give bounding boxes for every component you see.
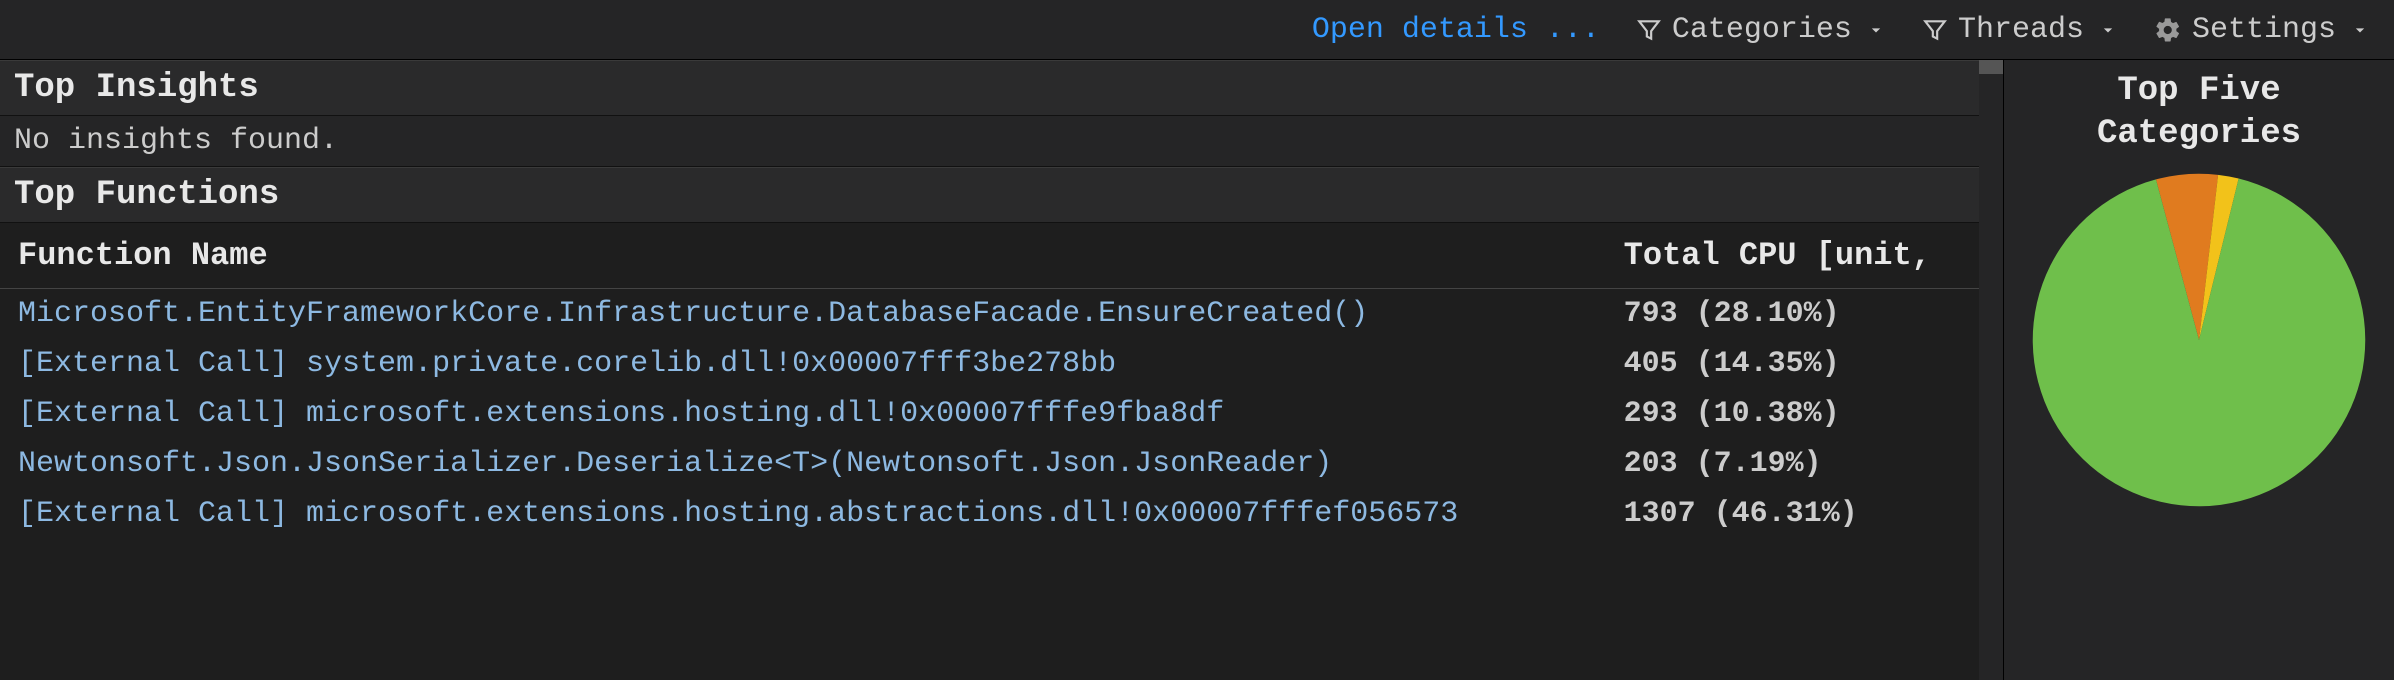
left-panel: Top Insights No insights found. Top Func…: [0, 60, 2004, 680]
function-link[interactable]: [External Call] microsoft.extensions.hos…: [18, 397, 1224, 431]
profiler-summary-root: Open details ... Categories Threads Sett…: [0, 0, 2394, 680]
function-name-cell: [External Call] system.private.corelib.d…: [0, 339, 1606, 389]
function-link[interactable]: Microsoft.EntityFrameworkCore.Infrastruc…: [18, 297, 1368, 331]
filter-icon: [1636, 17, 1662, 43]
open-details-link[interactable]: Open details ...: [1312, 13, 1600, 47]
function-link[interactable]: [External Call] microsoft.extensions.hos…: [18, 497, 1458, 531]
top-insights-header: Top Insights: [0, 60, 2003, 116]
main-split: Top Insights No insights found. Top Func…: [0, 60, 2394, 680]
threads-dropdown[interactable]: Threads: [1922, 13, 2118, 47]
table-row[interactable]: [External Call] system.private.corelib.d…: [0, 339, 1979, 389]
top-insights-body: No insights found.: [0, 116, 2003, 167]
cpu-cell: 293 (10.38%): [1606, 389, 1979, 439]
function-name-cell: [External Call] microsoft.extensions.hos…: [0, 489, 1606, 539]
cpu-cell: 793 (28.10%): [1606, 289, 1979, 340]
function-link[interactable]: [External Call] system.private.corelib.d…: [18, 347, 1116, 381]
chevron-down-icon: [1866, 20, 1886, 40]
settings-dropdown[interactable]: Settings: [2154, 13, 2370, 47]
cpu-cell: 1307 (46.31%): [1606, 489, 1979, 539]
pie-title-line2: Categories: [2097, 115, 2301, 153]
filter-icon: [1922, 17, 1948, 43]
function-name-cell: Microsoft.EntityFrameworkCore.Infrastruc…: [0, 289, 1606, 340]
pie-title: Top Five Categories: [2097, 70, 2301, 155]
cpu-cell: 405 (14.35%): [1606, 339, 1979, 389]
gear-icon: [2154, 16, 2182, 44]
col-total-cpu[interactable]: Total CPU [unit,: [1606, 223, 1979, 289]
cpu-cell: 203 (7.19%): [1606, 439, 1979, 489]
col-function-name[interactable]: Function Name: [0, 223, 1606, 289]
chevron-down-icon: [2350, 20, 2370, 40]
toolbar: Open details ... Categories Threads Sett…: [0, 0, 2394, 60]
functions-table: Function Name Total CPU [unit, Microsoft…: [0, 223, 1979, 539]
categories-label: Categories: [1672, 13, 1852, 47]
pie-title-line1: Top Five: [2117, 72, 2280, 110]
table-header-row: Function Name Total CPU [unit,: [0, 223, 1979, 289]
vertical-scrollbar[interactable]: [1979, 60, 2003, 680]
table-row[interactable]: Microsoft.EntityFrameworkCore.Infrastruc…: [0, 289, 1979, 340]
categories-dropdown[interactable]: Categories: [1636, 13, 1886, 47]
table-row[interactable]: [External Call] microsoft.extensions.hos…: [0, 489, 1979, 539]
function-name-cell: [External Call] microsoft.extensions.hos…: [0, 389, 1606, 439]
categories-pie-chart[interactable]: [2024, 165, 2374, 515]
table-row[interactable]: [External Call] microsoft.extensions.hos…: [0, 389, 1979, 439]
chevron-down-icon: [2098, 20, 2118, 40]
threads-label: Threads: [1958, 13, 2084, 47]
top-functions-header: Top Functions: [0, 167, 2003, 223]
scrollbar-thumb[interactable]: [1979, 60, 2003, 74]
table-row[interactable]: Newtonsoft.Json.JsonSerializer.Deseriali…: [0, 439, 1979, 489]
function-link[interactable]: Newtonsoft.Json.JsonSerializer.Deseriali…: [18, 447, 1332, 481]
settings-label: Settings: [2192, 13, 2336, 47]
right-panel: Top Five Categories: [2004, 60, 2394, 680]
function-name-cell: Newtonsoft.Json.JsonSerializer.Deseriali…: [0, 439, 1606, 489]
